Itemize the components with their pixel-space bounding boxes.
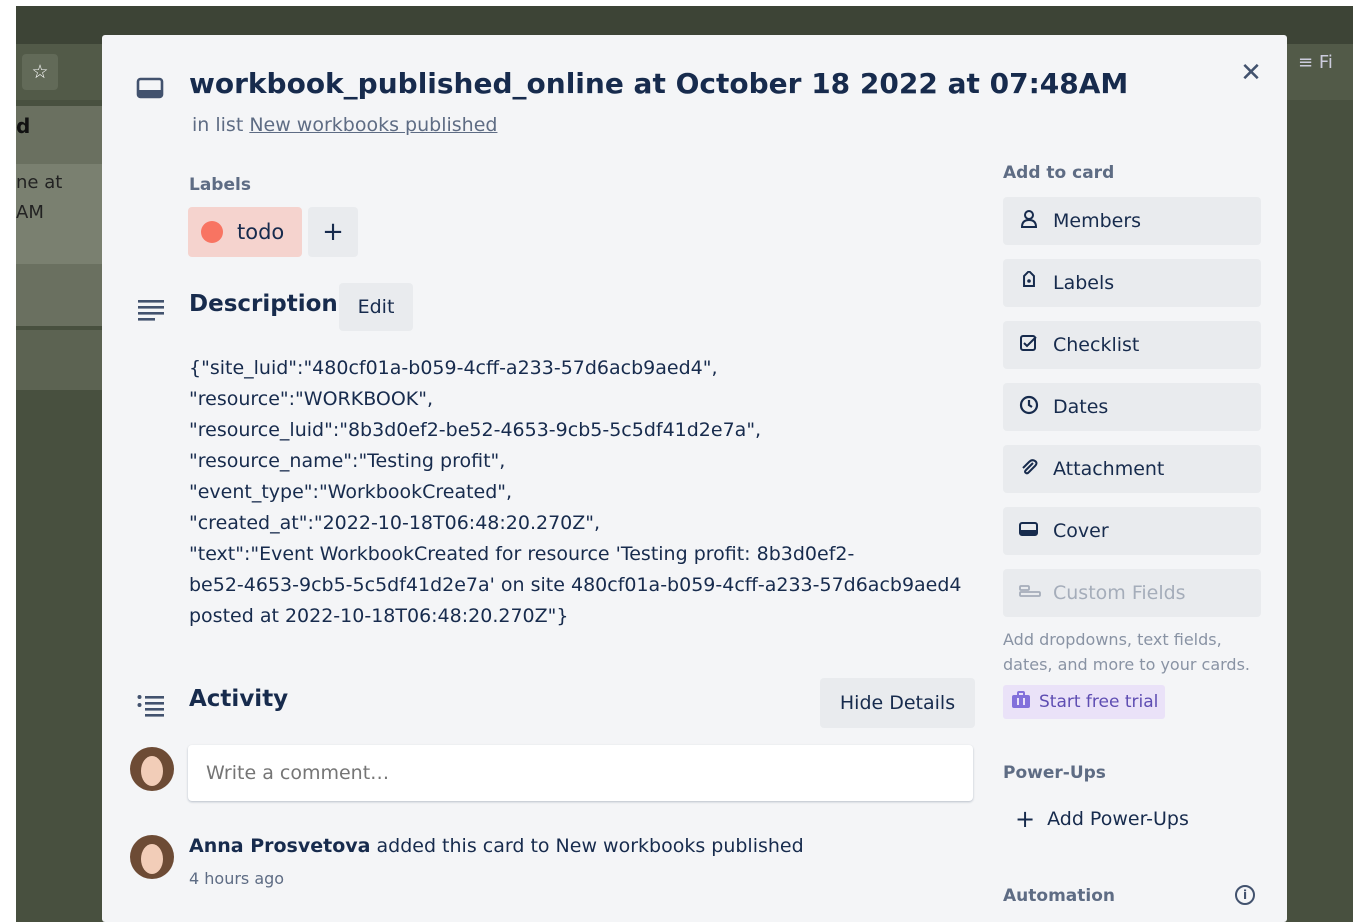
labels-label: Labels xyxy=(1053,272,1115,294)
activity-heading: Activity xyxy=(189,686,289,712)
automation-heading: Automation xyxy=(1003,886,1115,906)
description-line: posted at 2022-10-18T06:48:20.270Z"} xyxy=(189,605,569,627)
avatar[interactable] xyxy=(130,835,174,879)
checkbox-icon xyxy=(1019,333,1053,358)
custom-fields-icon xyxy=(1019,581,1053,606)
comment-input[interactable] xyxy=(188,745,973,801)
activity-action: added this card to New workbooks publish… xyxy=(370,835,804,857)
label-chip-todo[interactable]: todo xyxy=(188,207,302,257)
add-to-card-heading: Add to card xyxy=(1003,163,1115,183)
description-line: "event_type":"WorkbookCreated", xyxy=(189,481,513,503)
label-color-dot xyxy=(201,221,223,243)
custom-fields-button[interactable]: Custom Fields xyxy=(1003,569,1261,617)
background-list-footer xyxy=(16,330,102,390)
attachment-button[interactable]: Attachment xyxy=(1003,445,1261,493)
card-title[interactable]: workbook_published_online at October 18 … xyxy=(189,67,1128,100)
cover-button[interactable]: Cover xyxy=(1003,507,1261,555)
labels-button[interactable]: Labels xyxy=(1003,259,1261,307)
background-list: d ne at AM xyxy=(16,106,102,326)
hide-details-button[interactable]: Hide Details xyxy=(820,678,975,728)
description-line: be52-4653-9cb5-5c5df41d2e7a' on site 480… xyxy=(189,574,962,596)
description-heading: Description xyxy=(189,291,338,317)
person-icon xyxy=(1019,209,1053,234)
attachment-label: Attachment xyxy=(1053,458,1165,480)
start-free-trial-label: Start free trial xyxy=(1039,692,1159,712)
filter-button[interactable]: ≡ Fi xyxy=(1298,52,1333,73)
add-label-button[interactable]: + xyxy=(308,207,358,257)
members-button[interactable]: Members xyxy=(1003,197,1261,245)
paperclip-icon xyxy=(1019,457,1053,482)
card-list-info: in list New workbooks published xyxy=(192,114,497,136)
background-card[interactable]: ne at AM xyxy=(16,164,102,264)
cover-icon xyxy=(1019,519,1053,544)
in-list-prefix: in list xyxy=(192,114,244,136)
activity-entry: Anna Prosvetova added this card to New w… xyxy=(189,835,804,857)
description-line: "resource":"WORKBOOK", xyxy=(189,388,434,410)
powerups-heading: Power-Ups xyxy=(1003,763,1106,783)
card-icon xyxy=(136,77,164,99)
background-card-line: AM xyxy=(16,202,44,223)
briefcase-icon xyxy=(1011,690,1031,714)
activity-icon xyxy=(137,695,164,717)
background-card-line: ne at xyxy=(16,172,63,193)
close-icon[interactable]: ✕ xyxy=(1235,57,1267,89)
background-list-title: d xyxy=(16,114,31,138)
list-link[interactable]: New workbooks published xyxy=(249,114,497,136)
card-detail-modal: ✕ workbook_published_online at October 1… xyxy=(102,35,1287,922)
cover-label: Cover xyxy=(1053,520,1109,542)
dates-button[interactable]: Dates xyxy=(1003,383,1261,431)
clock-icon xyxy=(1019,395,1053,420)
description-body[interactable]: {"site_luid":"480cf01a-b059-4cff-a233-57… xyxy=(189,353,979,632)
avatar[interactable] xyxy=(130,747,174,791)
description-line: "text":"Event WorkbookCreated for resour… xyxy=(189,543,855,565)
description-line: "created_at":"2022-10-18T06:48:20.270Z", xyxy=(189,512,601,534)
description-line: {"site_luid":"480cf01a-b059-4cff-a233-57… xyxy=(189,357,718,379)
add-powerups-button[interactable]: + Add Power-Ups xyxy=(1015,805,1189,833)
edit-description-button[interactable]: Edit xyxy=(339,283,413,331)
description-line: "resource_luid":"8b3d0ef2-be52-4653-9cb5… xyxy=(189,419,762,441)
labels-heading: Labels xyxy=(189,175,251,195)
avatar-face xyxy=(141,844,163,874)
label-name: todo xyxy=(237,220,285,244)
description-icon xyxy=(138,300,164,321)
filter-label: Fi xyxy=(1318,52,1333,73)
checklist-button[interactable]: Checklist xyxy=(1003,321,1261,369)
custom-fields-label: Custom Fields xyxy=(1053,582,1186,604)
add-powerups-label: Add Power-Ups xyxy=(1047,808,1189,830)
avatar-face xyxy=(141,756,163,786)
checklist-label: Checklist xyxy=(1053,334,1140,356)
activity-user[interactable]: Anna Prosvetova xyxy=(189,835,370,857)
custom-fields-note: Add dropdowns, text fields, dates, and m… xyxy=(1003,630,1250,674)
dates-label: Dates xyxy=(1053,396,1109,418)
description-line: "resource_name":"Testing profit", xyxy=(189,450,506,472)
members-label: Members xyxy=(1053,210,1142,232)
info-icon[interactable]: i xyxy=(1235,885,1255,905)
activity-timestamp[interactable]: 4 hours ago xyxy=(189,869,284,888)
tag-icon xyxy=(1019,269,1053,296)
star-icon[interactable]: ☆ xyxy=(22,54,58,90)
start-free-trial-button[interactable]: Start free trial xyxy=(1003,685,1165,719)
filter-icon: ≡ xyxy=(1298,52,1319,73)
plus-icon: + xyxy=(1015,805,1036,833)
